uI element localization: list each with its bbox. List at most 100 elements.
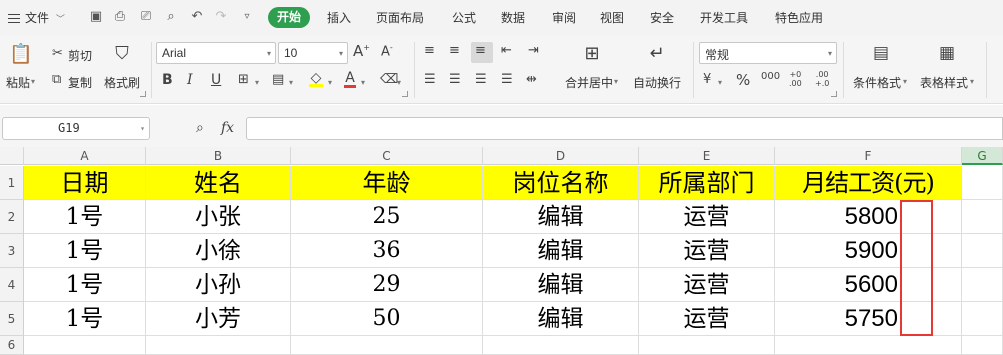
borders-icon[interactable]: ⊞ (238, 72, 249, 87)
italic-icon[interactable]: I (187, 72, 193, 88)
chevron-down-icon[interactable]: ▾ (718, 78, 722, 87)
currency-icon[interactable]: ¥ (703, 72, 711, 87)
cell-c1[interactable]: 年龄 (291, 166, 483, 200)
tab-view[interactable]: 视图 (600, 9, 624, 26)
align-right-icon[interactable]: ☰ (475, 72, 487, 87)
clear-format-icon[interactable]: ⌫ (380, 72, 398, 87)
print-preview-icon[interactable]: ⌕ (164, 10, 178, 24)
print-icon[interactable]: ⎚ (139, 10, 153, 24)
chevron-down-icon[interactable]: ▾ (255, 78, 259, 87)
cell-g3[interactable] (962, 234, 1003, 268)
thousands-icon[interactable]: 000 (761, 72, 780, 82)
chevron-down-icon[interactable]: ▾ (614, 77, 618, 86)
clipboard-launcher-icon[interactable] (140, 91, 146, 97)
cell-g6[interactable] (962, 336, 1003, 355)
column-header-a[interactable]: A (24, 147, 146, 165)
tab-security[interactable]: 安全 (650, 9, 674, 26)
customize-icon[interactable]: ▿ (240, 10, 254, 24)
cell-c3[interactable]: 36 (291, 234, 483, 268)
cell-b6[interactable] (146, 336, 291, 355)
align-center-icon[interactable]: ☰ (449, 72, 461, 87)
cell-a1[interactable]: 日期 (24, 166, 146, 200)
decrease-indent-icon[interactable]: ⇤ (501, 43, 512, 58)
chevron-down-icon[interactable]: ▾ (970, 77, 974, 86)
paste-icon[interactable]: 📋 (9, 42, 33, 66)
format-painter-button[interactable]: 格式刷 (104, 74, 140, 91)
redo-icon[interactable]: ↷ (214, 10, 228, 24)
chevron-down-icon[interactable]: ▾ (361, 78, 365, 87)
cell-e3[interactable]: 运营 (639, 234, 775, 268)
row-header-2[interactable]: 2 (0, 200, 24, 234)
cell-c2[interactable]: 25 (291, 200, 483, 234)
cell-b2[interactable]: 小张 (146, 200, 291, 234)
copy-button[interactable]: 复制 (68, 74, 92, 91)
insert-function-icon[interactable]: fx (221, 120, 234, 136)
save-icon[interactable]: ▣ (89, 10, 103, 24)
cell-b1[interactable]: 姓名 (146, 166, 291, 200)
cell-c6[interactable] (291, 336, 483, 355)
tab-page-layout[interactable]: 页面布局 (376, 9, 424, 26)
distributed-icon[interactable]: ⇹ (526, 72, 537, 87)
cell-e6[interactable] (639, 336, 775, 355)
chevron-down-icon[interactable]: ▾ (289, 78, 293, 87)
cell-d2[interactable]: 编辑 (483, 200, 639, 234)
font-color-icon[interactable]: A (344, 70, 356, 88)
font-size-select[interactable]: 10 ▾ (278, 42, 348, 64)
cell-b4[interactable]: 小孙 (146, 268, 291, 302)
align-top-icon[interactable]: ≡ (424, 43, 435, 58)
cell-b3[interactable]: 小徐 (146, 234, 291, 268)
cell-g2[interactable] (962, 200, 1003, 234)
cell-f3[interactable]: 5900 (775, 234, 900, 268)
align-middle-icon[interactable]: ≡ (449, 43, 460, 58)
cell-d3[interactable]: 编辑 (483, 234, 639, 268)
column-header-f[interactable]: F (775, 147, 962, 165)
cell-f6[interactable] (775, 336, 962, 355)
column-header-g[interactable]: G (962, 147, 1003, 165)
cell-e5[interactable]: 运营 (639, 302, 775, 336)
cell-g5[interactable] (962, 302, 1003, 336)
cell-c5[interactable]: 50 (291, 302, 483, 336)
chevron-down-icon[interactable]: ▾ (903, 77, 907, 86)
tab-special[interactable]: 特色应用 (775, 9, 823, 26)
tab-home[interactable]: 开始 (268, 7, 310, 28)
cell-f5[interactable]: 5750 (775, 302, 900, 336)
chevron-down-icon[interactable]: ▾ (328, 78, 332, 87)
cell-d1[interactable]: 岗位名称 (483, 166, 639, 200)
row-header-1[interactable]: 1 (0, 166, 24, 200)
font-launcher-icon[interactable] (402, 91, 408, 97)
column-header-b[interactable]: B (146, 147, 291, 165)
cell-g4[interactable] (962, 268, 1003, 302)
zoom-search-icon[interactable]: ⌕ (196, 120, 204, 136)
increase-indent-icon[interactable]: ⇥ (528, 43, 539, 58)
table-style-button[interactable]: 表格样式 (920, 74, 968, 91)
wrap-text-button[interactable]: 自动换行 (633, 74, 681, 91)
row-header-4[interactable]: 4 (0, 268, 24, 302)
cell-a4[interactable]: 1号 (24, 268, 146, 302)
tab-developer[interactable]: 开发工具 (700, 9, 748, 26)
cell-g1[interactable] (962, 166, 1003, 200)
tab-data[interactable]: 数据 (501, 9, 525, 26)
cut-button[interactable]: 剪切 (68, 47, 92, 64)
chevron-down-icon[interactable]: ▾ (397, 78, 401, 87)
cell-f4[interactable]: 5600 (775, 268, 900, 302)
column-header-e[interactable]: E (639, 147, 775, 165)
number-launcher-icon[interactable] (831, 91, 837, 97)
cell-d5[interactable]: 编辑 (483, 302, 639, 336)
export-icon[interactable]: ⎙ (113, 10, 127, 24)
cell-f2[interactable]: 5800 (775, 200, 900, 234)
row-header-6[interactable]: 6 (0, 336, 24, 355)
select-all-corner[interactable] (0, 147, 24, 165)
cell-c4[interactable]: 29 (291, 268, 483, 302)
name-box[interactable]: G19 ▾ (2, 117, 150, 140)
cell-d6[interactable] (483, 336, 639, 355)
file-menu[interactable]: 文件 ﹀ (8, 9, 65, 26)
chevron-down-icon[interactable]: ▾ (140, 118, 145, 139)
decrease-font-icon[interactable]: A- (381, 43, 393, 59)
bold-icon[interactable]: B (162, 72, 173, 88)
cell-e4[interactable]: 运营 (639, 268, 775, 302)
cell-f1[interactable]: 月结工资(元) (775, 166, 962, 200)
column-header-c[interactable]: C (291, 147, 483, 165)
tab-review[interactable]: 审阅 (552, 9, 576, 26)
column-header-d[interactable]: D (483, 147, 639, 165)
cell-a2[interactable]: 1号 (24, 200, 146, 234)
